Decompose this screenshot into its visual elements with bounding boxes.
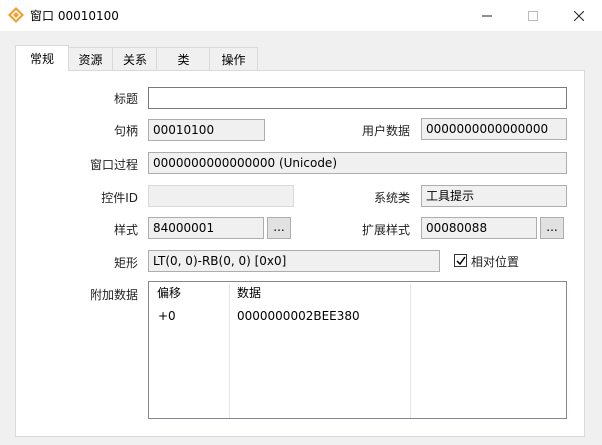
- style-edit-button[interactable]: ...: [267, 217, 291, 239]
- rect-field[interactable]: LT(0, 0)-RB(0, 0) [0x0]: [148, 250, 440, 272]
- minimize-icon: [482, 15, 492, 16]
- minimize-button[interactable]: [464, 0, 510, 31]
- maximize-icon: [528, 10, 538, 21]
- extra-data-label: 附加数据: [89, 288, 138, 302]
- tab-general[interactable]: 常规: [15, 45, 69, 71]
- row-data: 0000000002BEE380: [237, 309, 360, 323]
- relative-position-checkbox[interactable]: [454, 254, 467, 267]
- handle-label: 句柄: [113, 124, 138, 138]
- title-field[interactable]: [148, 87, 567, 109]
- row-offset: +0: [158, 309, 176, 323]
- tab-label: 常规: [29, 52, 54, 66]
- window-title: 窗口 00010100: [30, 9, 119, 23]
- exstyle-field[interactable]: 00080088: [421, 217, 537, 239]
- title-bar: 窗口 00010100: [0, 0, 602, 31]
- bottom-divider: [15, 436, 583, 437]
- maximize-button[interactable]: [510, 0, 556, 31]
- style-label: 样式: [113, 223, 138, 237]
- checkmark-icon: [456, 256, 466, 266]
- close-icon: [574, 10, 584, 21]
- userdata-field[interactable]: 0000000000000000: [421, 118, 567, 140]
- tab-resources[interactable]: 资源: [67, 47, 114, 70]
- exstyle-label: 扩展样式: [361, 223, 410, 237]
- wndproc-label: 窗口过程: [89, 158, 138, 172]
- column-separator: [229, 284, 230, 418]
- style-field[interactable]: 84000001: [148, 217, 264, 239]
- handle-field[interactable]: 00010100: [148, 119, 265, 141]
- wndproc-field[interactable]: 0000000000000000 (Unicode): [148, 152, 567, 174]
- sysclass-label: 系统类: [373, 191, 410, 205]
- extra-data-list[interactable]: 偏移 数据 +0 0000000002BEE380: [148, 281, 567, 419]
- tab-operations[interactable]: 操作: [209, 47, 258, 70]
- column-header-offset[interactable]: 偏移: [149, 282, 229, 304]
- tab-label: 类: [177, 52, 190, 67]
- title-label: 标题: [113, 92, 138, 106]
- rect-label: 矩形: [113, 256, 138, 270]
- diamond-app-icon: [8, 7, 24, 23]
- tab-relations[interactable]: 关系: [112, 47, 158, 70]
- tab-label: 操作: [221, 52, 246, 67]
- column-separator: [410, 284, 411, 418]
- tab-label: 资源: [78, 52, 103, 67]
- column-header-data[interactable]: 数据: [229, 282, 410, 304]
- close-button[interactable]: [556, 0, 602, 31]
- ctrlid-field[interactable]: [148, 185, 294, 207]
- userdata-label: 用户数据: [361, 124, 410, 138]
- ctrlid-label: 控件ID: [101, 191, 138, 205]
- tab-class[interactable]: 类: [156, 47, 211, 70]
- sysclass-field[interactable]: 工具提示: [421, 185, 567, 207]
- relative-position-label: 相对位置: [471, 255, 520, 269]
- tab-label: 关系: [122, 52, 147, 67]
- exstyle-edit-button[interactable]: ...: [540, 217, 564, 239]
